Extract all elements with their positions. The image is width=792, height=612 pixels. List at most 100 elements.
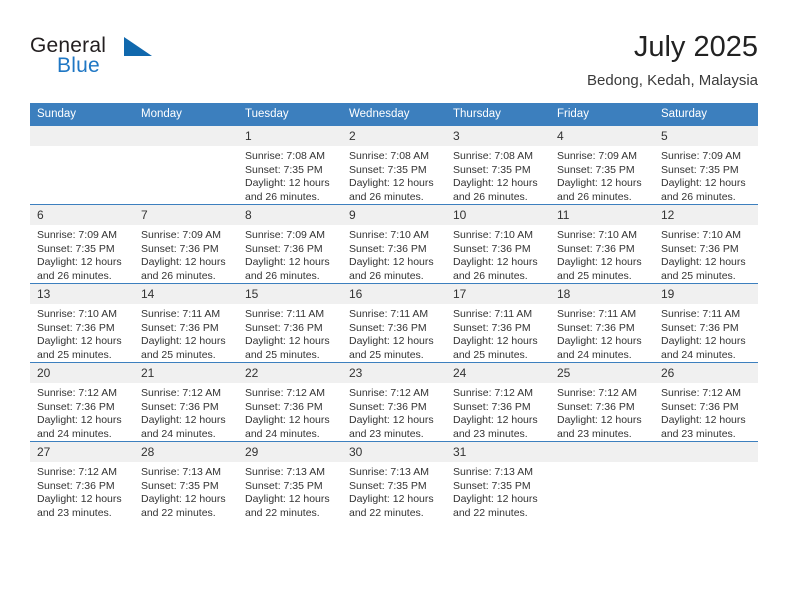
day-details: Sunrise: 7:09 AM Sunset: 7:35 PM Daylight:… bbox=[550, 146, 654, 204]
sunset-text: Sunset: 7:36 PM bbox=[245, 242, 323, 255]
daylight-text-line2: and 23 minutes. bbox=[37, 506, 112, 519]
calendar-day-cell-empty bbox=[134, 125, 238, 205]
calendar-day-cell[interactable]: 20 Sunrise: 7:12 AM Sunset: 7:36 PM Dayligh… bbox=[30, 362, 134, 442]
daylight-text-line1: Daylight: 12 hours bbox=[349, 256, 434, 268]
daylight-text-line2: and 24 minutes. bbox=[37, 427, 112, 440]
calendar-day-cell[interactable]: 13 Sunrise: 7:10 AM Sunset: 7:36 PM Dayligh… bbox=[30, 283, 134, 363]
calendar-day-cell[interactable]: 3 Sunrise: 7:08 AM Sunset: 7:35 PM Daylight… bbox=[446, 125, 550, 205]
daylight-text-line2: and 23 minutes. bbox=[557, 427, 632, 440]
sunset-text: Sunset: 7:35 PM bbox=[349, 163, 427, 176]
sunset-text: Sunset: 7:36 PM bbox=[557, 400, 635, 413]
calendar-body: 1 Sunrise: 7:08 AM Sunset: 7:35 PM Daylight… bbox=[30, 125, 758, 520]
daylight-text-line1: Daylight: 12 hours bbox=[557, 335, 642, 347]
calendar-day-cell[interactable]: 22 Sunrise: 7:12 AM Sunset: 7:36 PM Dayligh… bbox=[238, 362, 342, 442]
daylight-text-line1: Daylight: 12 hours bbox=[661, 256, 746, 268]
calendar-day-cell[interactable]: 14 Sunrise: 7:11 AM Sunset: 7:36 PM Dayligh… bbox=[134, 283, 238, 363]
calendar-day-cell[interactable]: 30 Sunrise: 7:13 AM Sunset: 7:35 PM Dayligh… bbox=[342, 441, 446, 520]
sunrise-text: Sunrise: 7:11 AM bbox=[453, 308, 533, 320]
calendar-day-cell[interactable]: 19 Sunrise: 7:11 AM Sunset: 7:36 PM Dayligh… bbox=[654, 283, 758, 363]
calendar-day-cell[interactable]: 5 Sunrise: 7:09 AM Sunset: 7:35 PM Daylight… bbox=[654, 125, 758, 205]
calendar-day-cell[interactable]: 15 Sunrise: 7:11 AM Sunset: 7:36 PM Dayligh… bbox=[238, 283, 342, 363]
day-details: Sunrise: 7:12 AM Sunset: 7:36 PM Daylight:… bbox=[342, 383, 446, 441]
day-details: Sunrise: 7:11 AM Sunset: 7:36 PM Daylight:… bbox=[446, 304, 550, 362]
day-details: Sunrise: 7:11 AM Sunset: 7:36 PM Daylight:… bbox=[134, 304, 238, 362]
sunrise-text: Sunrise: 7:09 AM bbox=[661, 150, 741, 162]
calendar-day-cell[interactable]: 26 Sunrise: 7:12 AM Sunset: 7:36 PM Dayligh… bbox=[654, 362, 758, 442]
calendar-day-cell[interactable]: 16 Sunrise: 7:11 AM Sunset: 7:36 PM Dayligh… bbox=[342, 283, 446, 363]
day-details: Sunrise: 7:12 AM Sunset: 7:36 PM Daylight:… bbox=[30, 383, 134, 441]
sunset-text: Sunset: 7:36 PM bbox=[245, 400, 323, 413]
daylight-text-line1: Daylight: 12 hours bbox=[37, 335, 122, 347]
calendar-day-cell[interactable]: 27 Sunrise: 7:12 AM Sunset: 7:36 PM Dayligh… bbox=[30, 441, 134, 520]
daylight-text-line2: and 25 minutes. bbox=[453, 348, 528, 361]
daylight-text-line1: Daylight: 12 hours bbox=[245, 335, 330, 347]
calendar-day-cell[interactable]: 7 Sunrise: 7:09 AM Sunset: 7:36 PM Daylight… bbox=[134, 204, 238, 284]
sunset-text: Sunset: 7:36 PM bbox=[453, 242, 531, 255]
daylight-text-line2: and 26 minutes. bbox=[349, 269, 424, 282]
sunrise-text: Sunrise: 7:12 AM bbox=[453, 387, 533, 399]
calendar-day-cell[interactable]: 1 Sunrise: 7:08 AM Sunset: 7:35 PM Daylight… bbox=[238, 125, 342, 205]
day-details: Sunrise: 7:12 AM Sunset: 7:36 PM Daylight:… bbox=[550, 383, 654, 441]
sunrise-text: Sunrise: 7:08 AM bbox=[453, 150, 533, 162]
sunrise-sunset-calendar: Sunday Monday Tuesday Wednesday Thursday Frid… bbox=[30, 103, 758, 520]
calendar-day-cell[interactable]: 24 Sunrise: 7:12 AM Sunset: 7:36 PM Dayligh… bbox=[446, 362, 550, 442]
sunrise-text: Sunrise: 7:09 AM bbox=[557, 150, 637, 162]
daylight-text-line2: and 26 minutes. bbox=[453, 190, 528, 203]
calendar-day-cell[interactable]: 4 Sunrise: 7:09 AM Sunset: 7:35 PM Daylight… bbox=[550, 125, 654, 205]
calendar-day-cell[interactable]: 12 Sunrise: 7:10 AM Sunset: 7:36 PM Dayligh… bbox=[654, 204, 758, 284]
day-number: 25 bbox=[550, 363, 654, 383]
sunrise-text: Sunrise: 7:09 AM bbox=[141, 229, 221, 241]
sunrise-text: Sunrise: 7:10 AM bbox=[661, 229, 741, 241]
calendar-day-cell[interactable]: 6 Sunrise: 7:09 AM Sunset: 7:35 PM Daylight… bbox=[30, 204, 134, 284]
sunrise-text: Sunrise: 7:10 AM bbox=[557, 229, 637, 241]
logo-triangle-icon bbox=[124, 37, 152, 56]
sunset-text: Sunset: 7:35 PM bbox=[245, 163, 323, 176]
calendar-day-cell[interactable]: 25 Sunrise: 7:12 AM Sunset: 7:36 PM Dayligh… bbox=[550, 362, 654, 442]
day-details: Sunrise: 7:11 AM Sunset: 7:36 PM Daylight:… bbox=[654, 304, 758, 362]
daylight-text-line1: Daylight: 12 hours bbox=[141, 414, 226, 426]
weekday-header-friday: Friday bbox=[550, 103, 654, 126]
sunrise-text: Sunrise: 7:11 AM bbox=[661, 308, 741, 320]
day-number: 12 bbox=[654, 205, 758, 225]
calendar-day-cell-empty bbox=[30, 125, 134, 205]
calendar-day-cell[interactable]: 28 Sunrise: 7:13 AM Sunset: 7:35 PM Dayligh… bbox=[134, 441, 238, 520]
calendar-day-cell[interactable]: 11 Sunrise: 7:10 AM Sunset: 7:36 PM Dayligh… bbox=[550, 204, 654, 284]
day-details: Sunrise: 7:13 AM Sunset: 7:35 PM Daylight:… bbox=[446, 462, 550, 520]
sunset-text: Sunset: 7:36 PM bbox=[349, 242, 427, 255]
sunset-text: Sunset: 7:36 PM bbox=[453, 321, 531, 334]
day-details: Sunrise: 7:09 AM Sunset: 7:35 PM Daylight:… bbox=[654, 146, 758, 204]
calendar-day-cell[interactable]: 8 Sunrise: 7:09 AM Sunset: 7:36 PM Daylight… bbox=[238, 204, 342, 284]
weekday-header-saturday: Saturday bbox=[654, 103, 758, 126]
calendar-day-cell[interactable]: 21 Sunrise: 7:12 AM Sunset: 7:36 PM Dayligh… bbox=[134, 362, 238, 442]
daylight-text-line2: and 26 minutes. bbox=[453, 269, 528, 282]
day-details: Sunrise: 7:13 AM Sunset: 7:35 PM Daylight:… bbox=[134, 462, 238, 520]
calendar-day-cell[interactable]: 29 Sunrise: 7:13 AM Sunset: 7:35 PM Dayligh… bbox=[238, 441, 342, 520]
sunrise-text: Sunrise: 7:09 AM bbox=[37, 229, 117, 241]
sunrise-text: Sunrise: 7:13 AM bbox=[453, 466, 533, 478]
day-number: 2 bbox=[342, 126, 446, 146]
calendar-day-cell[interactable]: 18 Sunrise: 7:11 AM Sunset: 7:36 PM Dayligh… bbox=[550, 283, 654, 363]
sunrise-text: Sunrise: 7:12 AM bbox=[557, 387, 637, 399]
sunrise-text: Sunrise: 7:08 AM bbox=[349, 150, 429, 162]
daylight-text-line1: Daylight: 12 hours bbox=[557, 414, 642, 426]
day-number: 3 bbox=[446, 126, 550, 146]
page-header: General Blue July 2025 Bedong, Kedah, Ma… bbox=[30, 30, 758, 98]
daylight-text-line1: Daylight: 12 hours bbox=[37, 256, 122, 268]
sunset-text: Sunset: 7:35 PM bbox=[141, 479, 219, 492]
daylight-text-line2: and 23 minutes. bbox=[453, 427, 528, 440]
daylight-text-line2: and 25 minutes. bbox=[349, 348, 424, 361]
daylight-text-line1: Daylight: 12 hours bbox=[349, 493, 434, 505]
daylight-text-line1: Daylight: 12 hours bbox=[661, 177, 746, 189]
calendar-day-cell[interactable]: 31 Sunrise: 7:13 AM Sunset: 7:35 PM Dayligh… bbox=[446, 441, 550, 520]
day-number: 26 bbox=[654, 363, 758, 383]
daylight-text-line2: and 26 minutes. bbox=[557, 190, 632, 203]
sunset-text: Sunset: 7:35 PM bbox=[37, 242, 115, 255]
calendar-day-cell[interactable]: 17 Sunrise: 7:11 AM Sunset: 7:36 PM Dayligh… bbox=[446, 283, 550, 363]
daylight-text-line2: and 23 minutes. bbox=[349, 427, 424, 440]
calendar-day-cell[interactable]: 2 Sunrise: 7:08 AM Sunset: 7:35 PM Daylight… bbox=[342, 125, 446, 205]
calendar-day-cell[interactable]: 9 Sunrise: 7:10 AM Sunset: 7:36 PM Daylight… bbox=[342, 204, 446, 284]
daylight-text-line2: and 25 minutes. bbox=[661, 269, 736, 282]
calendar-day-cell[interactable]: 23 Sunrise: 7:12 AM Sunset: 7:36 PM Dayligh… bbox=[342, 362, 446, 442]
calendar-day-cell[interactable]: 10 Sunrise: 7:10 AM Sunset: 7:36 PM Dayligh… bbox=[446, 204, 550, 284]
day-number bbox=[654, 442, 758, 462]
